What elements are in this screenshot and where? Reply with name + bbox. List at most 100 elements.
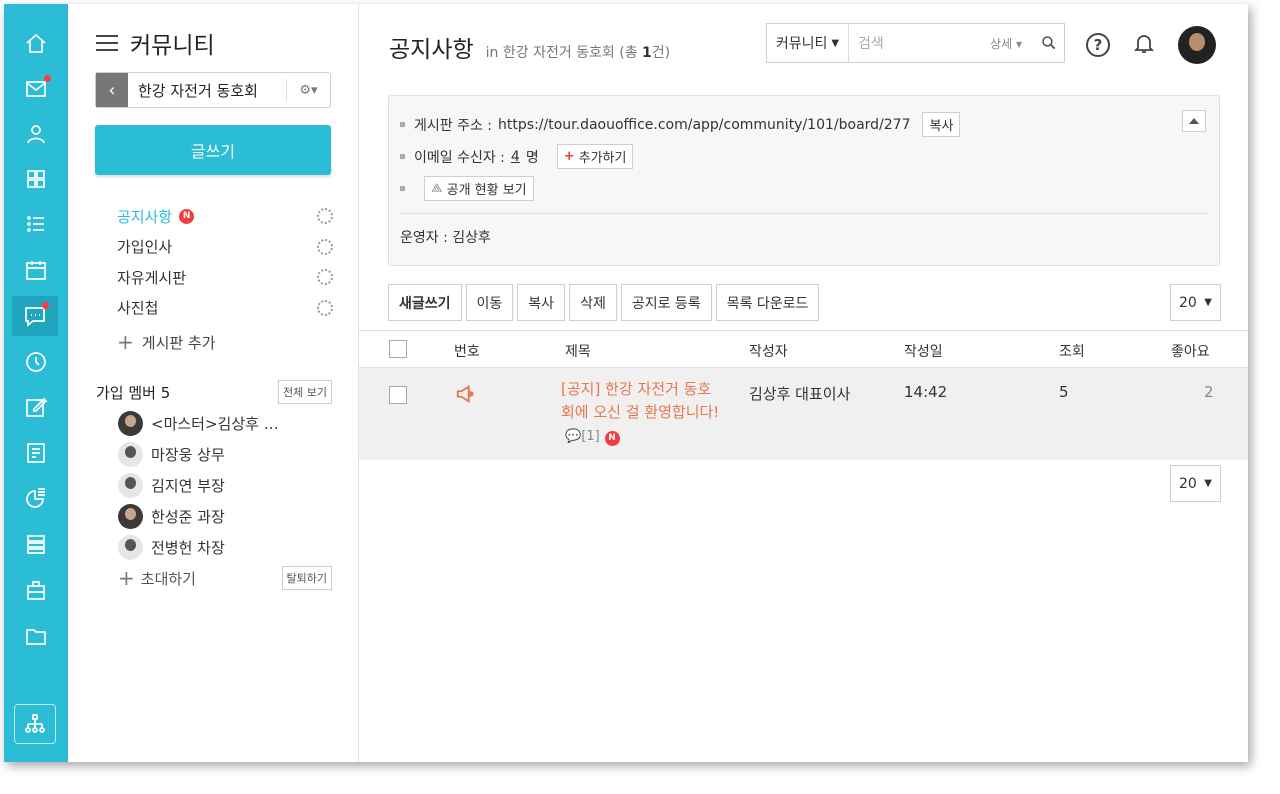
calendar-icon[interactable] bbox=[12, 250, 60, 290]
email-count[interactable]: 4 bbox=[511, 149, 520, 165]
post-author[interactable]: 김상후 대표이사 bbox=[749, 383, 850, 404]
member-item[interactable]: 한성준 과장 bbox=[118, 501, 328, 532]
home-icon[interactable] bbox=[12, 24, 60, 64]
member-name: 한성준 과장 bbox=[151, 508, 225, 526]
help-icon[interactable]: ? bbox=[1086, 33, 1110, 57]
page-size-select[interactable]: 20 ▼ bbox=[1170, 284, 1221, 321]
gear-icon[interactable] bbox=[317, 238, 333, 255]
list-toolbar: 새글쓰기 이동 복사 삭제 공지로 등록 목록 다운로드 bbox=[388, 284, 820, 321]
caret-down-icon: ▼ bbox=[1204, 478, 1212, 489]
search-input[interactable]: 검색 bbox=[849, 33, 990, 53]
post-title-link[interactable]: [공지] 한강 자전거 동호회에 오신 걸 환영합니다! 💬[1] N bbox=[561, 378, 721, 448]
board-item-free[interactable]: 자유게시판 bbox=[117, 262, 333, 293]
top-icons: ? bbox=[1086, 26, 1216, 64]
menu-icon[interactable] bbox=[96, 35, 118, 51]
row-checkbox[interactable] bbox=[389, 386, 407, 404]
member-item[interactable]: 전병헌 차장 bbox=[118, 532, 328, 563]
register-notice-button[interactable]: 공지로 등록 bbox=[620, 284, 712, 321]
member-name: 김지연 부장 bbox=[151, 477, 225, 495]
collapse-button[interactable] bbox=[1182, 110, 1206, 132]
delete-button[interactable]: 삭제 bbox=[569, 284, 617, 321]
move-button[interactable]: 이동 bbox=[465, 284, 514, 321]
new-badge: N bbox=[604, 431, 620, 446]
community-selector[interactable]: ‹ 한강 자전거 동호회 ⚙▾ bbox=[95, 72, 331, 108]
survey-icon[interactable] bbox=[12, 478, 60, 518]
member-item[interactable]: 김지연 부장 bbox=[118, 470, 328, 501]
mail-unread-dot bbox=[44, 75, 51, 82]
contacts-icon[interactable] bbox=[12, 114, 60, 154]
board-list: 공지사항 N 가입인사 자유게시판 사진첩 bbox=[117, 201, 333, 323]
select-all-checkbox[interactable] bbox=[389, 340, 407, 358]
board-address-line: 게시판 주소 : https://tour.daouoffice.com/app… bbox=[400, 112, 961, 137]
apps-icon[interactable] bbox=[12, 159, 60, 199]
community-unread-dot bbox=[42, 302, 49, 309]
app-rail bbox=[4, 4, 68, 762]
search-icon[interactable] bbox=[1034, 35, 1064, 51]
gear-icon[interactable] bbox=[317, 269, 333, 286]
comment-count-value: [1] bbox=[581, 429, 600, 444]
board-item-greeting[interactable]: 가입인사 bbox=[117, 232, 333, 263]
column-author[interactable]: 작성자 bbox=[749, 341, 788, 361]
sidebar-title: 커뮤니티 bbox=[130, 33, 215, 59]
sidebar-header: 커뮤니티 bbox=[96, 26, 215, 60]
comment-count[interactable]: 💬[1] bbox=[561, 429, 600, 444]
member-name: 전병헌 차장 bbox=[151, 539, 225, 557]
board-item-photo[interactable]: 사진첩 bbox=[117, 293, 333, 324]
leave-button[interactable]: 탈퇴하기 bbox=[281, 566, 332, 590]
caret-up-icon bbox=[1189, 118, 1199, 124]
column-views[interactable]: 조회 bbox=[1059, 341, 1085, 361]
org-chart-icon[interactable] bbox=[14, 704, 56, 744]
search-scope-select[interactable]: 커뮤니티 ▼ bbox=[767, 24, 849, 62]
docs-icon[interactable] bbox=[12, 524, 60, 564]
profile-avatar[interactable] bbox=[1178, 26, 1216, 64]
write-button[interactable]: 글쓰기 bbox=[95, 125, 331, 175]
column-date[interactable]: 작성일 bbox=[904, 341, 943, 361]
public-status-button[interactable]: ⟁ 공개 현황 보기 bbox=[424, 176, 534, 201]
folder-icon[interactable] bbox=[12, 616, 60, 656]
board-info-panel: 게시판 주소 : https://tour.daouoffice.com/app… bbox=[388, 95, 1220, 266]
column-likes[interactable]: 좋아요 bbox=[1171, 341, 1210, 361]
column-title[interactable]: 제목 bbox=[565, 341, 591, 361]
report-icon[interactable] bbox=[12, 433, 60, 473]
clock-icon[interactable] bbox=[12, 342, 60, 382]
new-badge: N bbox=[179, 208, 195, 224]
download-list-button[interactable]: 목록 다운로드 bbox=[715, 284, 820, 321]
community-icon[interactable] bbox=[12, 296, 58, 336]
table-header: 번호 제목 작성자 작성일 조회 좋아요 bbox=[359, 330, 1248, 368]
post-count: 1 bbox=[642, 45, 652, 61]
gear-icon[interactable] bbox=[317, 299, 333, 316]
member-name: 마장웅 상무 bbox=[151, 446, 225, 464]
invite-button[interactable]: + 초대하기 bbox=[118, 566, 196, 590]
member-name: <마스터>김상후 … bbox=[151, 415, 279, 433]
operator-text: 운영자 : 김상후 bbox=[400, 230, 491, 246]
asset-icon[interactable] bbox=[12, 570, 60, 610]
post-views: 5 bbox=[1059, 383, 1069, 401]
edit-icon[interactable] bbox=[12, 387, 60, 427]
view-all-button[interactable]: 전체 보기 bbox=[278, 380, 332, 404]
search-bar: 커뮤니티 ▼ 검색 상세 ▾ bbox=[766, 23, 1065, 63]
post-title[interactable]: [공지] 한강 자전거 동호회에 오신 걸 환영합니다! bbox=[561, 380, 719, 421]
new-post-button[interactable]: 새글쓰기 bbox=[388, 284, 462, 321]
table-row[interactable]: [공지] 한강 자전거 동호회에 오신 걸 환영합니다! 💬[1] N 김상후 … bbox=[359, 368, 1248, 460]
board-item-notice[interactable]: 공지사항 N bbox=[117, 201, 333, 232]
public-status-line: ⟁ 공개 현황 보기 bbox=[400, 176, 534, 201]
gear-icon[interactable] bbox=[317, 208, 333, 225]
copy-button[interactable]: 복사 bbox=[517, 284, 566, 321]
advanced-search-button[interactable]: 상세 ▾ bbox=[990, 35, 1022, 52]
mail-icon[interactable] bbox=[12, 69, 60, 109]
bell-icon[interactable] bbox=[1132, 30, 1156, 60]
list-icon[interactable] bbox=[12, 204, 60, 244]
community-settings-icon[interactable]: ⚙▾ bbox=[286, 79, 330, 101]
chevron-left-icon[interactable]: ‹ bbox=[96, 73, 128, 107]
page-title: 공지사항 bbox=[389, 37, 474, 63]
member-item[interactable]: <마스터>김상후 … bbox=[118, 408, 328, 439]
email-recipient-line: 이메일 수신자 : 4 명 + 추가하기 bbox=[400, 144, 634, 169]
add-board-button[interactable]: + 게시판 추가 bbox=[117, 330, 216, 354]
copy-address-button[interactable]: 복사 bbox=[922, 112, 961, 137]
board-label: 공지사항 bbox=[117, 207, 173, 226]
add-recipient-button[interactable]: + 추가하기 bbox=[556, 144, 634, 169]
post-likes: 2 bbox=[1204, 383, 1214, 401]
member-item[interactable]: 마장웅 상무 bbox=[118, 439, 328, 470]
page-size-select-bottom[interactable]: 20 ▼ bbox=[1170, 465, 1221, 502]
caret-down-icon: ▼ bbox=[1204, 297, 1212, 308]
